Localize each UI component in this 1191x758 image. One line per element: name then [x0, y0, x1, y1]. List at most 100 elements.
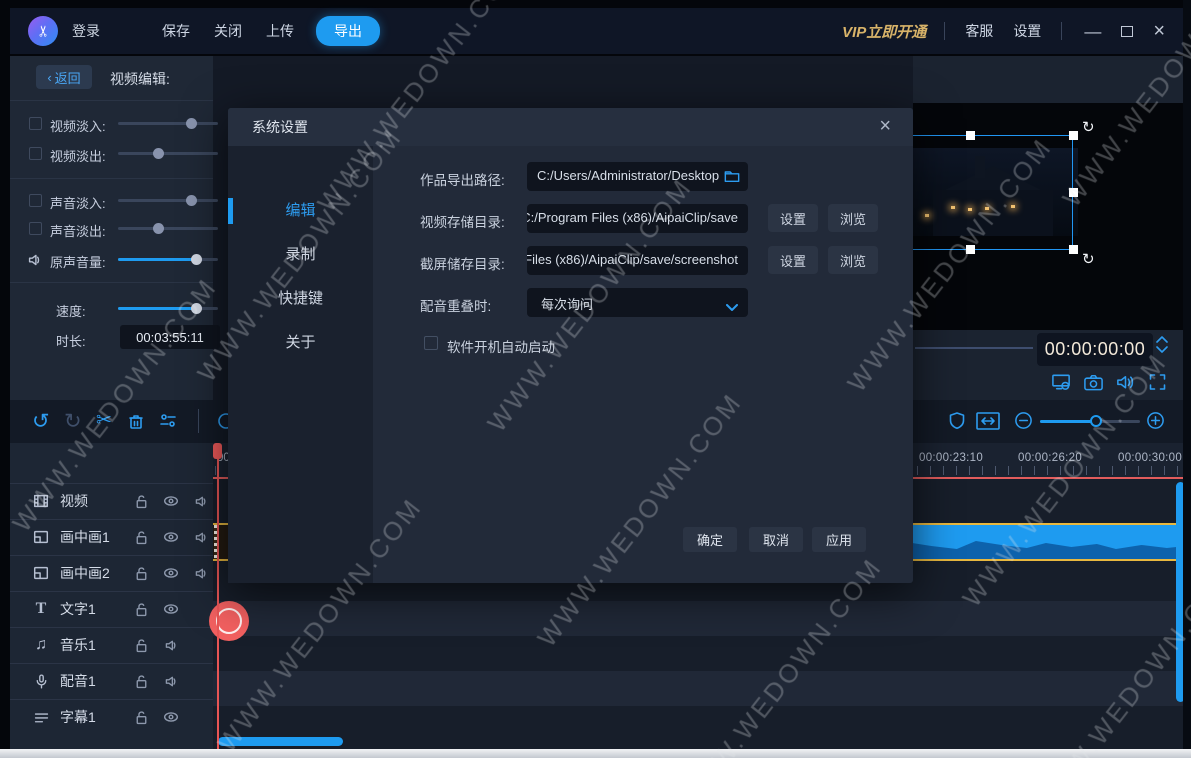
lock-icon[interactable] — [130, 601, 152, 618]
timeline-zoom-slider[interactable] — [1040, 415, 1140, 427]
login-link[interactable]: 登录 — [72, 21, 100, 41]
export-path-input[interactable]: C:/Users/Administrator/Desktop — [527, 162, 748, 191]
track-row-video[interactable]: 视频 — [10, 483, 213, 518]
speaker-icon[interactable] — [190, 565, 212, 582]
audio-fade-out-slider[interactable] — [118, 223, 218, 234]
autostart-checkbox[interactable] — [424, 336, 438, 350]
fit-timeline-icon[interactable] — [976, 411, 1000, 436]
slider-handle[interactable] — [186, 118, 197, 129]
playhead-handle[interactable] — [213, 443, 222, 459]
original-volume-slider[interactable] — [118, 254, 218, 265]
audio-fade-out-checkbox[interactable] — [29, 222, 42, 235]
lock-icon[interactable] — [130, 709, 152, 726]
track-row-subtitle1[interactable]: 字幕1 — [10, 699, 213, 734]
audio-fade-in-checkbox[interactable] — [29, 194, 42, 207]
track-row-voiceover1[interactable]: 配音1 — [10, 663, 213, 698]
selection-handle-top[interactable] — [966, 131, 975, 140]
voiceover-overlap-dropdown[interactable]: 每次询问 — [527, 288, 748, 317]
eye-icon[interactable] — [160, 708, 182, 726]
tab-hotkeys[interactable]: 快捷键 — [228, 286, 373, 309]
speaker-icon[interactable] — [160, 637, 182, 654]
rotate-icon[interactable]: ↻ — [1082, 118, 1095, 136]
folder-icon[interactable] — [724, 169, 740, 186]
timecode-stepper[interactable] — [1156, 336, 1168, 353]
close-window-icon[interactable]: × — [1153, 21, 1165, 41]
preview-seek-line[interactable] — [915, 347, 1033, 349]
eye-icon[interactable] — [160, 492, 182, 510]
record-marker[interactable] — [209, 601, 249, 641]
video-fade-in-checkbox[interactable] — [29, 117, 42, 130]
undo-icon[interactable]: ↺ — [32, 411, 50, 432]
shield-icon[interactable] — [948, 411, 966, 436]
slider-handle[interactable] — [153, 223, 164, 234]
tab-edit[interactable]: 编辑 — [228, 198, 373, 221]
video-fade-in-slider[interactable] — [118, 118, 218, 129]
speaker-icon[interactable] — [190, 493, 212, 510]
ok-button[interactable]: 确定 — [683, 527, 737, 552]
selection-handle-bottom[interactable] — [966, 245, 975, 254]
scissors-cut-icon[interactable]: ✂ — [96, 411, 112, 430]
menu-upload[interactable]: 上传 — [266, 21, 294, 41]
speaker-icon[interactable] — [190, 529, 212, 546]
lock-icon[interactable] — [130, 673, 152, 690]
menu-close[interactable]: 关闭 — [214, 21, 242, 41]
redo-icon[interactable]: ↻ — [64, 411, 82, 432]
maximize-icon[interactable] — [1121, 25, 1134, 37]
track-row-pip1[interactable]: 画中画1 — [10, 519, 213, 554]
selection-handle-bottom-right[interactable] — [1069, 245, 1078, 254]
minimize-icon[interactable]: — — [1084, 23, 1101, 40]
video-dir-browse-button[interactable]: 浏览 — [828, 204, 878, 232]
screen-settings-icon[interactable] — [1051, 372, 1072, 392]
chevron-up-icon[interactable] — [1156, 336, 1168, 343]
speed-slider[interactable] — [118, 303, 218, 314]
slider-handle[interactable] — [186, 195, 197, 206]
slider-handle[interactable] — [191, 254, 202, 265]
back-button[interactable]: ‹ 返回 — [36, 65, 92, 89]
fullscreen-icon[interactable] — [1147, 372, 1168, 392]
rotate-icon[interactable]: ↻ — [1082, 250, 1095, 268]
speaker-icon[interactable] — [160, 673, 182, 690]
lock-icon[interactable] — [130, 529, 152, 546]
track-row-text1[interactable]: T 文字1 — [10, 591, 213, 626]
zoom-in-icon[interactable] — [1146, 411, 1165, 435]
eye-icon[interactable] — [160, 528, 182, 546]
duration-field[interactable]: 00:03:55:11 — [120, 325, 220, 349]
vip-upgrade-link[interactable]: VIP立即开通 — [842, 21, 926, 42]
tab-record[interactable]: 录制 — [228, 242, 373, 265]
snapshot-camera-icon[interactable] — [1083, 372, 1104, 392]
video-dir-set-button[interactable]: 设置 — [768, 204, 818, 232]
settings-link[interactable]: 设置 — [1013, 21, 1041, 41]
zoom-out-icon[interactable] — [1014, 411, 1033, 435]
adjust-sliders-icon[interactable] — [158, 411, 178, 436]
slider-handle[interactable] — [1090, 415, 1102, 427]
preview-timecode[interactable]: 00:00:00:00 — [1037, 333, 1153, 366]
slider-handle[interactable] — [153, 148, 164, 159]
video-save-dir-input[interactable]: C:/Program Files (x86)/AipaiClip/save — [527, 204, 748, 233]
audio-fade-in-slider[interactable] — [118, 195, 218, 206]
screenshot-dir-input[interactable]: C:/Program Files (x86)/AipaiClip/save/sc… — [527, 246, 748, 275]
lock-icon[interactable] — [130, 637, 152, 654]
dialog-close-icon[interactable]: × — [873, 115, 897, 137]
screenshot-dir-set-button[interactable]: 设置 — [768, 246, 818, 274]
playhead-line[interactable] — [217, 443, 219, 749]
menu-save[interactable]: 保存 — [162, 21, 190, 41]
eye-icon[interactable] — [160, 600, 182, 618]
export-button[interactable]: 导出 — [316, 16, 380, 46]
apply-button[interactable]: 应用 — [812, 527, 866, 552]
track-row-music1[interactable]: ♫ 音乐1 — [10, 627, 213, 662]
volume-icon[interactable] — [1115, 372, 1136, 392]
cancel-button[interactable]: 取消 — [749, 527, 803, 552]
track-row-pip2[interactable]: 画中画2 — [10, 555, 213, 590]
video-fade-out-slider[interactable] — [118, 148, 218, 159]
video-fade-out-checkbox[interactable] — [29, 147, 42, 160]
selection-handle-right[interactable] — [1069, 188, 1078, 197]
screenshot-dir-browse-button[interactable]: 浏览 — [828, 246, 878, 274]
lock-icon[interactable] — [130, 493, 152, 510]
slider-handle[interactable] — [191, 303, 202, 314]
lock-icon[interactable] — [130, 565, 152, 582]
eye-icon[interactable] — [160, 564, 182, 582]
chevron-down-icon[interactable] — [1156, 346, 1168, 353]
tab-about[interactable]: 关于 — [228, 330, 373, 353]
trash-icon[interactable] — [126, 411, 146, 436]
customer-service-link[interactable]: 客服 — [965, 21, 993, 41]
